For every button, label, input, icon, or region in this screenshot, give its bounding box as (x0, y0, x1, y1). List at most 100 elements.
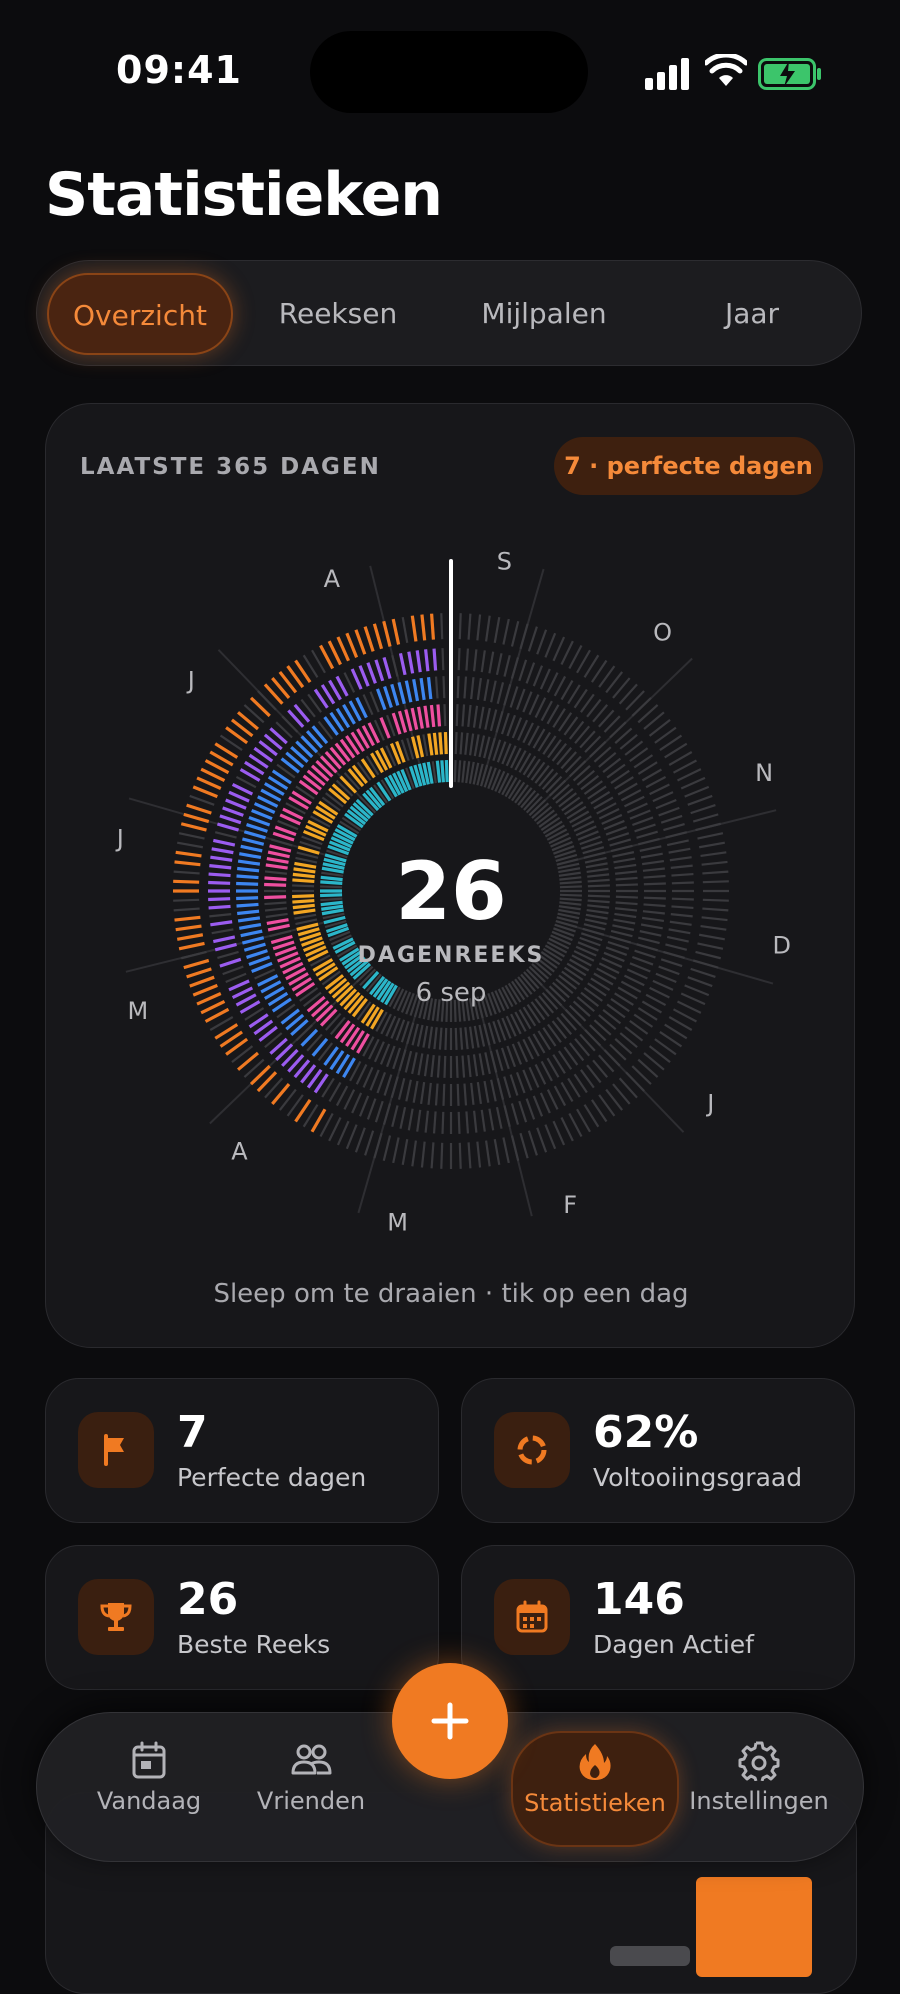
day-tick (556, 747, 573, 766)
day-tick (684, 785, 710, 798)
day-tick (560, 1117, 574, 1142)
day-tick (174, 860, 201, 867)
day-tick (246, 949, 268, 959)
day-tick (643, 882, 666, 886)
nav-item-instellingen[interactable]: Instellingen (687, 1739, 831, 1839)
day-tick (292, 872, 315, 879)
day-tick (392, 1047, 402, 1070)
flag-icon (78, 1412, 154, 1488)
day-tick (453, 760, 457, 783)
day-tick (660, 814, 683, 824)
day-tick (354, 1127, 366, 1153)
day-tick (321, 871, 344, 877)
day-tick (652, 979, 674, 991)
day-tick (668, 928, 691, 935)
day-tick (649, 986, 670, 999)
day-tick (500, 1047, 510, 1070)
day-tick (483, 679, 490, 702)
day-tick (569, 958, 590, 972)
day-tick (412, 678, 420, 702)
day-tick (665, 943, 688, 951)
day-tick (559, 885, 582, 889)
day-tick (576, 996, 595, 1013)
nav-item-vandaag[interactable]: Vandaag (81, 1739, 217, 1839)
day-tick (362, 1066, 374, 1088)
stat-card-best-streak: 26 Beste Reeks (45, 1545, 439, 1690)
day-tick (175, 850, 202, 858)
tab-mijlpalen[interactable]: Mijlpalen (451, 273, 637, 355)
day-tick (670, 913, 693, 918)
day-tick (416, 706, 424, 729)
day-tick (264, 901, 287, 906)
day-tick (510, 1103, 520, 1125)
day-tick (212, 935, 236, 944)
day-tick (522, 1069, 533, 1091)
day-tick (343, 1089, 356, 1110)
tab-jaar[interactable]: Jaar (659, 273, 845, 355)
day-tick (422, 734, 429, 757)
day-tick (585, 913, 608, 920)
day-tick (473, 1110, 478, 1133)
day-tick (231, 783, 254, 796)
day-tick (700, 924, 727, 931)
day-tick (383, 1074, 393, 1096)
stat-value: 7 (177, 1407, 208, 1458)
day-tick (265, 863, 288, 870)
day-tick (461, 1055, 466, 1078)
day-tick (176, 933, 204, 941)
day-tick (426, 677, 433, 700)
day-tick (560, 680, 574, 701)
chart-bar (610, 1946, 690, 1966)
day-tick (702, 880, 729, 884)
day-tick (336, 1120, 350, 1146)
day-tick (183, 812, 210, 824)
day-tick (526, 1003, 541, 1024)
day-tick (503, 1105, 511, 1128)
day-tick (214, 831, 237, 839)
tab-overzicht[interactable]: Overzicht (47, 273, 233, 355)
day-tick (586, 867, 609, 874)
day-tick (423, 1054, 430, 1077)
day-tick (467, 1142, 472, 1169)
nav-item-statistieken[interactable]: Statistieken (511, 1731, 679, 1847)
day-tick (564, 755, 582, 774)
day-tick (417, 1053, 424, 1076)
day-tick (538, 995, 555, 1014)
day-tick (192, 785, 218, 799)
day-tick (248, 815, 271, 827)
day-tick (248, 955, 271, 967)
add-button[interactable] (392, 1663, 508, 1779)
day-tick (320, 880, 343, 885)
day-tick (522, 755, 537, 776)
day-tick (615, 901, 638, 906)
day-tick (372, 623, 384, 650)
streak-label: DAGENREEKS (358, 943, 545, 968)
stat-card-completion: 62% Voltooiingsgraad (461, 1378, 855, 1523)
day-tick (319, 644, 335, 670)
day-tick (459, 1027, 464, 1050)
day-tick (629, 962, 651, 973)
day-tick (613, 918, 636, 925)
stat-label: Perfecte dagen (177, 1463, 367, 1492)
day-tick (692, 813, 719, 823)
day-tick (267, 923, 290, 932)
day-tick (672, 1008, 697, 1023)
day-tick (490, 1079, 497, 1102)
day-tick (695, 950, 722, 960)
day-tick (243, 830, 266, 840)
nav-item-vrienden[interactable]: Vrienden (241, 1739, 381, 1839)
calendar-icon (132, 1741, 166, 1779)
day-tick (580, 991, 600, 1007)
day-tick (671, 872, 694, 877)
day-tick (237, 909, 260, 916)
day-tick (649, 783, 670, 796)
day-tick (473, 1025, 480, 1048)
year-ring-chart[interactable]: 26 DAGENREEKS 6 sep S O N D J F M A M J J A (46, 404, 856, 1349)
day-tick (478, 1053, 485, 1076)
day-tick (208, 897, 231, 902)
tab-reeksen[interactable]: Reeksen (245, 273, 431, 355)
day-tick (672, 759, 697, 774)
day-tick (615, 895, 638, 899)
day-tick (563, 966, 584, 981)
day-tick (464, 732, 469, 755)
